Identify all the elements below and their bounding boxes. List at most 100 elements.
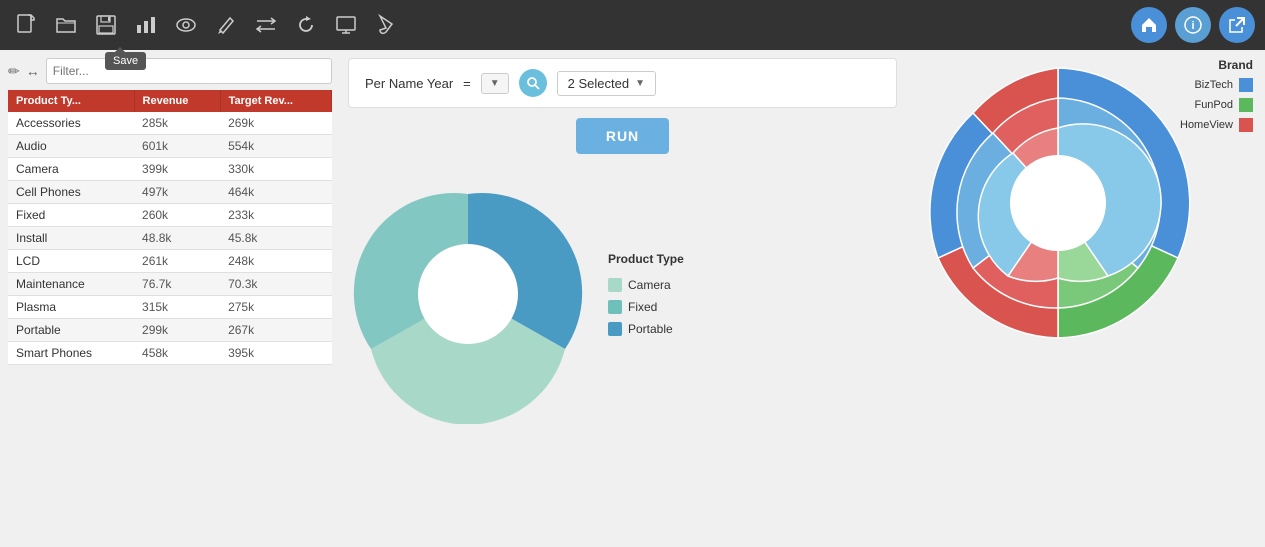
pencil-icon[interactable] (210, 9, 242, 41)
portable-color (608, 322, 622, 336)
table-row: Install48.8k45.8k (8, 227, 332, 250)
table-cell-6-0: LCD (8, 250, 134, 273)
table-cell-7-2: 70.3k (220, 273, 331, 296)
eye-icon[interactable] (170, 9, 202, 41)
monitor-icon[interactable] (330, 9, 362, 41)
table-cell-5-1: 48.8k (134, 227, 220, 250)
table-cell-4-0: Fixed (8, 204, 134, 227)
save-icon[interactable] (90, 9, 122, 41)
open-folder-icon[interactable] (50, 9, 82, 41)
table-row: Smart Phones458k395k (8, 342, 332, 365)
table-cell-4-2: 233k (220, 204, 331, 227)
brand-legend: Brand BizTech FunPod HomeView (1180, 58, 1253, 132)
brand-legend-title: Brand (1218, 58, 1253, 72)
chart-icon[interactable] (130, 9, 162, 41)
data-table: Product Ty... Revenue Target Rev... Acce… (8, 90, 332, 365)
brush-icon[interactable] (370, 9, 402, 41)
toolbar: Save (0, 0, 1265, 50)
run-row: RUN (348, 118, 897, 154)
table-cell-4-1: 260k (134, 204, 220, 227)
table-cell-8-2: 275k (220, 296, 331, 319)
col-header-product[interactable]: Product Ty... (8, 90, 134, 112)
table-cell-3-0: Cell Phones (8, 181, 134, 204)
info-button[interactable]: i (1175, 7, 1211, 43)
table-cell-0-2: 269k (220, 112, 331, 135)
sunburst-chart (913, 58, 1203, 348)
brand-item-homeview: HomeView (1180, 118, 1253, 132)
table-cell-5-0: Install (8, 227, 134, 250)
biztech-color (1239, 78, 1253, 92)
refresh-icon[interactable] (290, 9, 322, 41)
table-cell-7-1: 76.7k (134, 273, 220, 296)
donut-chart (348, 164, 588, 424)
filter-label: Per Name Year (365, 76, 453, 91)
brand-label-funpod: FunPod (1194, 99, 1233, 111)
table-cell-8-1: 315k (134, 296, 220, 319)
table-cell-10-1: 458k (134, 342, 220, 365)
funpod-color (1239, 98, 1253, 112)
export-button[interactable] (1219, 7, 1255, 43)
table-cell-1-0: Audio (8, 135, 134, 158)
table-row: Audio601k554k (8, 135, 332, 158)
legend-item-portable: Portable (608, 322, 684, 336)
arrow-small-icon[interactable]: ↔ (26, 63, 40, 79)
filter-dropdown[interactable]: ▼ (481, 73, 509, 94)
table-row: Plasma315k275k (8, 296, 332, 319)
table-cell-2-0: Camera (8, 158, 134, 181)
table-cell-7-0: Maintenance (8, 273, 134, 296)
svg-text:i: i (1191, 20, 1194, 32)
chart-area: Product Type Camera Fixed Portable (348, 164, 897, 424)
table-row: LCD261k248k (8, 250, 332, 273)
legend-item-fixed: Fixed (608, 300, 684, 314)
table-row: Fixed260k233k (8, 204, 332, 227)
filter-bar: Per Name Year = ▼ 2 Selected ▼ (348, 58, 897, 108)
brand-label-biztech: BizTech (1194, 79, 1233, 91)
legend-label-fixed: Fixed (628, 300, 657, 314)
home-button[interactable] (1131, 7, 1167, 43)
table-row: Portable299k267k (8, 319, 332, 342)
table-cell-1-2: 554k (220, 135, 331, 158)
table-cell-3-1: 497k (134, 181, 220, 204)
selected-label: 2 Selected (568, 76, 629, 91)
left-panel: ✏ ↔ Product Ty... Revenue Target Rev... … (0, 50, 340, 547)
table-cell-9-0: Portable (8, 319, 134, 342)
table-cell-9-1: 299k (134, 319, 220, 342)
table-cell-6-2: 248k (220, 250, 331, 273)
filter-dropdown-arrow: ▼ (490, 78, 500, 89)
search-button[interactable] (519, 69, 547, 97)
pencil-small-icon[interactable]: ✏ (8, 63, 20, 80)
selected-dropdown[interactable]: 2 Selected ▼ (557, 71, 656, 96)
table-cell-6-1: 261k (134, 250, 220, 273)
run-button[interactable]: RUN (576, 118, 669, 154)
swap-icon[interactable] (250, 9, 282, 41)
legend-title: Product Type (608, 252, 684, 266)
selected-dropdown-arrow: ▼ (635, 78, 645, 89)
table-cell-2-1: 399k (134, 158, 220, 181)
brand-label-homeview: HomeView (1180, 119, 1233, 131)
filter-operator: = (463, 76, 471, 91)
fixed-color (608, 300, 622, 314)
product-type-legend: Product Type Camera Fixed Portable (608, 252, 684, 336)
table-cell-5-2: 45.8k (220, 227, 331, 250)
table-cell-8-0: Plasma (8, 296, 134, 319)
save-tooltip: Save (105, 52, 146, 70)
legend-item-camera: Camera (608, 278, 684, 292)
toolbar-right: i (1131, 7, 1255, 43)
table-row: Accessories285k269k (8, 112, 332, 135)
table-cell-3-2: 464k (220, 181, 331, 204)
table-cell-0-0: Accessories (8, 112, 134, 135)
table-cell-1-1: 601k (134, 135, 220, 158)
table-row: Cell Phones497k464k (8, 181, 332, 204)
filter-input[interactable] (46, 58, 332, 84)
table-cell-2-2: 330k (220, 158, 331, 181)
camera-color (608, 278, 622, 292)
table-cell-10-2: 395k (220, 342, 331, 365)
right-panel: Brand BizTech FunPod HomeView (905, 50, 1265, 547)
table-cell-10-0: Smart Phones (8, 342, 134, 365)
brand-item-biztech: BizTech (1194, 78, 1253, 92)
homeview-color (1239, 118, 1253, 132)
content-area: ✏ ↔ Product Ty... Revenue Target Rev... … (0, 50, 1265, 547)
col-header-revenue[interactable]: Revenue (134, 90, 220, 112)
new-file-icon[interactable] (10, 9, 42, 41)
col-header-target[interactable]: Target Rev... (220, 90, 331, 112)
